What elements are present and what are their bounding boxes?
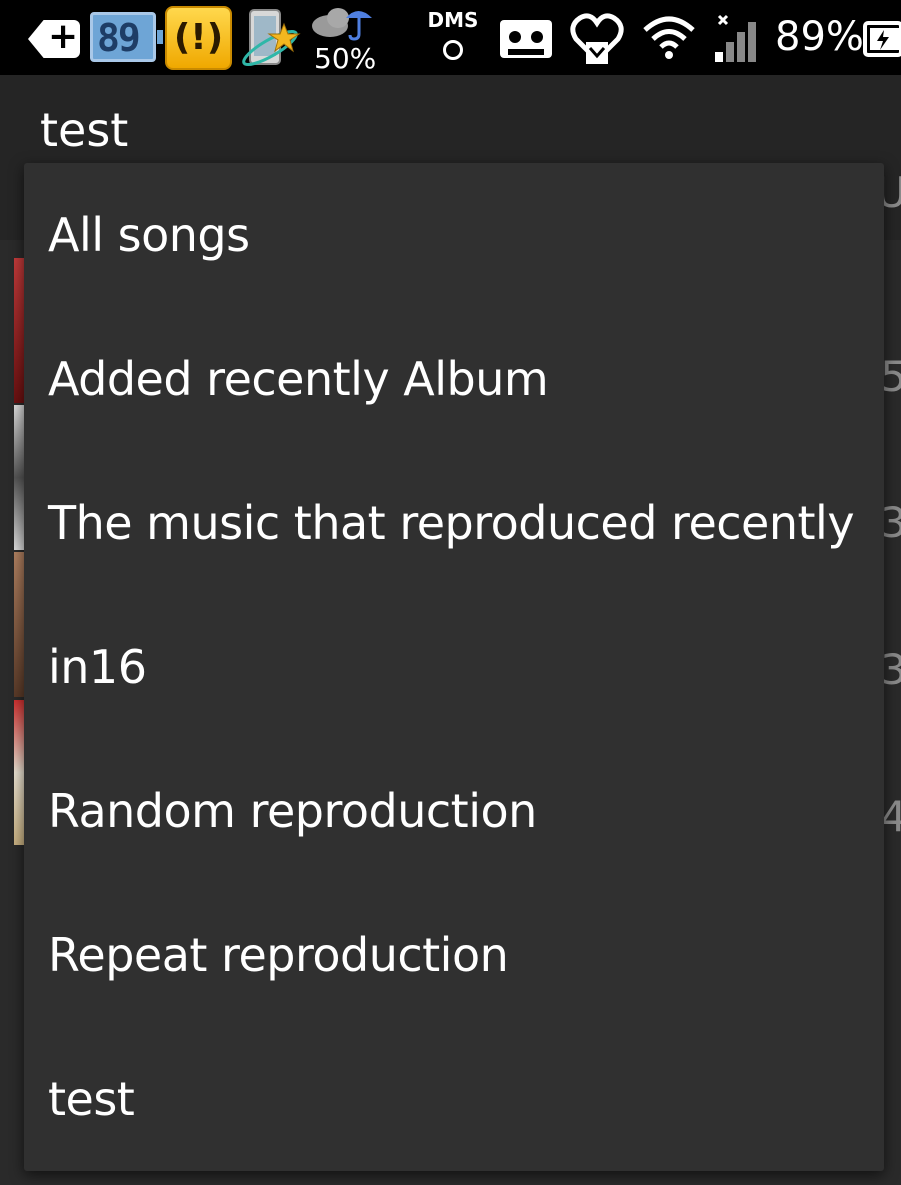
signal-icon (713, 14, 761, 62)
dms-icon: DMS (425, 8, 481, 68)
plus-badge-icon: + (28, 20, 80, 58)
menu-item-test[interactable]: test (24, 1027, 884, 1171)
cassette-icon (500, 20, 552, 60)
wifi-icon (643, 14, 695, 62)
status-bar: + 89 (!) 50% DMS 89% (0, 0, 901, 75)
menu-item-random-reproduction[interactable]: Random reproduction (24, 739, 884, 883)
menu-item-in16[interactable]: in16 (24, 595, 884, 739)
heart-icon (570, 12, 625, 68)
menu-item-added-recently-album[interactable]: Added recently Album (24, 307, 884, 451)
menu-item-recently-played[interactable]: The music that reproduced recently (24, 451, 884, 595)
battery-widget-icon: 89 (90, 12, 163, 62)
alert-icon: (!) (165, 6, 232, 70)
battery-percent: 89% (775, 14, 864, 60)
phone-star-icon (240, 6, 306, 70)
menu-item-repeat-reproduction[interactable]: Repeat reproduction (24, 883, 884, 1027)
weather-percent: 50% (314, 42, 377, 75)
page-title: test (40, 103, 129, 157)
dropdown-menu: All songs Added recently Album The music… (24, 163, 884, 1171)
battery-icon (862, 20, 901, 58)
dms-label: DMS (427, 8, 479, 32)
menu-item-all-songs[interactable]: All songs (24, 163, 884, 307)
